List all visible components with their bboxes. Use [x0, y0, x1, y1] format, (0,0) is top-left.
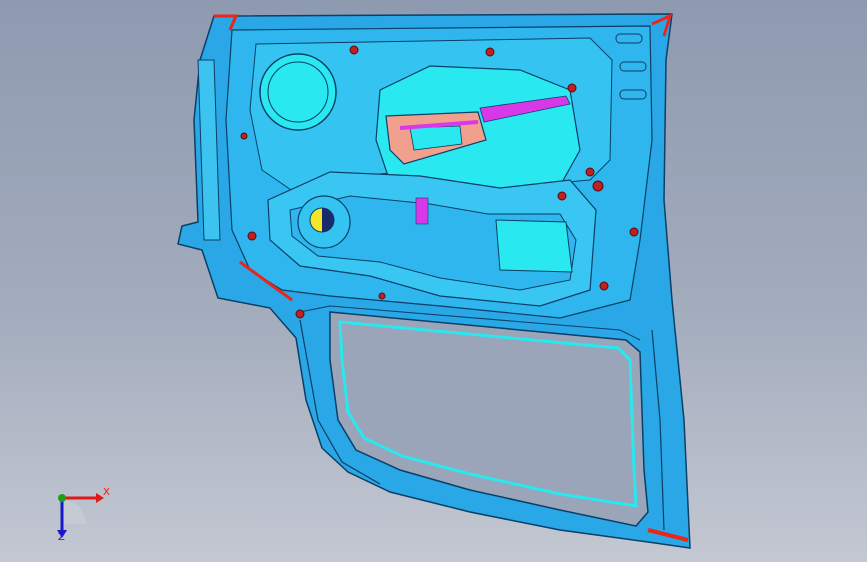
z-axis-label: Z	[58, 532, 65, 543]
handle-pad	[495, 219, 573, 273]
cad-viewport[interactable]: X Z	[0, 0, 867, 562]
x-axis-label: X	[103, 487, 110, 498]
window-opening	[329, 311, 649, 527]
spring-clip	[415, 197, 429, 225]
y-axis-dot	[58, 494, 66, 502]
speaker-boss	[259, 53, 337, 131]
door-inner-panel-model[interactable]	[0, 0, 867, 562]
